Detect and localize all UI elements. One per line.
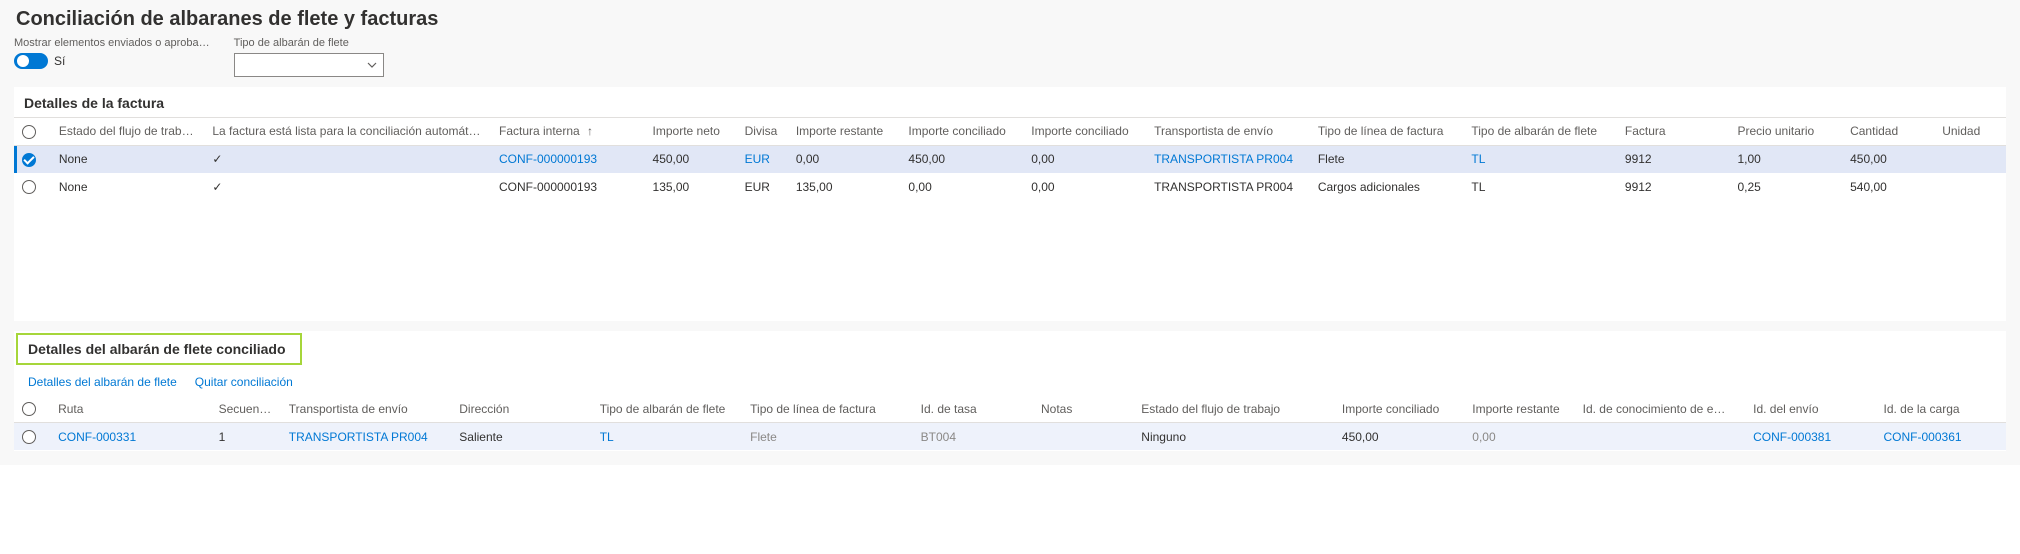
- cell-link[interactable]: CONF-000361: [1884, 430, 1962, 444]
- cell-reconciled: 0,00: [908, 180, 931, 194]
- cell-text: Flete: [750, 430, 777, 444]
- cell-link[interactable]: CONF-000381: [1753, 430, 1831, 444]
- mcol-route[interactable]: Ruta: [50, 395, 210, 422]
- action-remove-reconciliation[interactable]: Quitar conciliación: [195, 375, 293, 389]
- table-row[interactable]: None ✓ CONF-000000193 135,00 EUR 135,00 0,00 0,…: [14, 173, 2006, 201]
- action-fb-details[interactable]: Detalles del albarán de flete: [28, 375, 177, 389]
- cell-link[interactable]: CONF-000331: [58, 430, 136, 444]
- cell-workflow-state: None: [59, 152, 88, 166]
- col-remaining[interactable]: Importe restante: [788, 118, 901, 145]
- col-reconciled[interactable]: Importe conciliado: [900, 118, 1023, 145]
- cell-invoice: 9912: [1625, 152, 1652, 166]
- filter-show-sent-label: Mostrar elementos enviados o aproba…: [14, 37, 210, 49]
- col-carrier[interactable]: Transportista de envío: [1146, 118, 1310, 145]
- col-invoice[interactable]: Factura: [1617, 118, 1730, 145]
- cell-quantity: 450,00: [1850, 152, 1887, 166]
- cell-reconciled: 450,00: [1342, 430, 1379, 444]
- row-select[interactable]: [22, 153, 36, 167]
- page-title: Conciliación de albaranes de flete y fac…: [14, 0, 2006, 37]
- mcol-remaining[interactable]: Importe restante: [1464, 395, 1574, 422]
- cell-net-amount: 450,00: [653, 152, 690, 166]
- select-all-matched[interactable]: [22, 402, 36, 416]
- dropdown-fb-type[interactable]: [234, 53, 384, 77]
- toggle-show-sent[interactable]: [14, 53, 48, 69]
- chevron-down-icon: [367, 60, 377, 70]
- mcol-line-type[interactable]: Tipo de línea de factura: [742, 395, 913, 422]
- col-unit[interactable]: Unidad: [1934, 118, 2006, 145]
- col-line-type[interactable]: Tipo de línea de factura: [1310, 118, 1464, 145]
- sort-asc-icon: ↑: [587, 124, 593, 138]
- table-row[interactable]: None ✓ CONF-000000193 450,00 EUR 0,00 450,00 0,…: [14, 145, 2006, 173]
- col-net-amount[interactable]: Importe neto: [645, 118, 737, 145]
- mcol-load-id[interactable]: Id. de la carga: [1876, 395, 2007, 422]
- mcol-sequence[interactable]: Secuencia: [211, 395, 281, 422]
- mcol-carrier[interactable]: Transportista de envío: [281, 395, 452, 422]
- cell-link[interactable]: CONF-000000193: [499, 152, 597, 166]
- col-currency[interactable]: Divisa: [737, 118, 788, 145]
- col-reconciled2[interactable]: Importe conciliado: [1023, 118, 1146, 145]
- cell-remaining: 0,00: [796, 152, 819, 166]
- invoice-details-section: Detalles de la factura: [14, 87, 2006, 321]
- cell-link[interactable]: EUR: [745, 152, 770, 166]
- mcol-bol-id[interactable]: Id. de conocimiento de e…: [1575, 395, 1746, 422]
- cell-unit-price: 0,25: [1738, 180, 1761, 194]
- cell-workflow-state: Ninguno: [1141, 430, 1186, 444]
- col-quantity[interactable]: Cantidad: [1842, 118, 1934, 145]
- filter-row: Mostrar elementos enviados o aproba… Sí …: [14, 37, 2006, 85]
- col-internal-invoice[interactable]: Factura interna ↑: [491, 118, 645, 145]
- cell-text: TL: [1471, 180, 1485, 194]
- col-ready-auto[interactable]: La factura está lista para la conciliaci…: [204, 118, 491, 145]
- cell-invoice: 9912: [1625, 180, 1652, 194]
- checkmark-icon: ✓: [212, 152, 222, 166]
- invoice-details-grid: Estado del flujo de trabajo La factura e…: [14, 118, 2006, 201]
- cell-quantity: 540,00: [1850, 180, 1887, 194]
- row-select[interactable]: [22, 430, 36, 444]
- cell-reconciled2: 0,00: [1031, 152, 1054, 166]
- cell-net-amount: 135,00: [653, 180, 690, 194]
- mcol-reconciled[interactable]: Importe conciliado: [1334, 395, 1464, 422]
- cell-text: TRANSPORTISTA PR004: [1154, 180, 1293, 194]
- cell-sequence: 1: [219, 430, 226, 444]
- row-select[interactable]: [22, 180, 36, 194]
- mcol-fb-type[interactable]: Tipo de albarán de flete: [592, 395, 742, 422]
- col-fb-type[interactable]: Tipo de albarán de flete: [1463, 118, 1617, 145]
- cell-direction: Saliente: [459, 430, 502, 444]
- matched-details-section: Detalles del albarán de flete conciliado…: [14, 331, 2006, 451]
- matched-details-title: Detalles del albarán de flete conciliado: [16, 333, 302, 365]
- invoice-details-title: Detalles de la factura: [14, 87, 2006, 118]
- cell-reconciled: 450,00: [908, 152, 945, 166]
- mcol-notes[interactable]: Notas: [1033, 395, 1133, 422]
- cell-link[interactable]: TL: [600, 430, 614, 444]
- mcol-workflow-state[interactable]: Estado del flujo de trabajo: [1133, 395, 1334, 422]
- cell-reconciled2: 0,00: [1031, 180, 1054, 194]
- cell-line-type: Flete: [1318, 152, 1345, 166]
- checkmark-icon: ✓: [212, 180, 222, 194]
- table-row[interactable]: CONF-000331 1 TRANSPORTISTA PR004 Saliente T…: [14, 423, 2006, 451]
- cell-text: BT004: [921, 430, 956, 444]
- filter-fb-type-label: Tipo de albarán de flete: [234, 37, 384, 49]
- matched-details-grid: Ruta Secuencia Transportista de envío Di…: [14, 395, 2006, 451]
- cell-link[interactable]: TRANSPORTISTA PR004: [289, 430, 428, 444]
- cell-text: CONF-000000193: [499, 180, 597, 194]
- cell-remaining: 135,00: [796, 180, 833, 194]
- col-unit-price[interactable]: Precio unitario: [1730, 118, 1843, 145]
- cell-link[interactable]: TL: [1471, 152, 1485, 166]
- mcol-rate-id[interactable]: Id. de tasa: [913, 395, 1033, 422]
- cell-line-type: Cargos adicionales: [1318, 180, 1420, 194]
- cell-text: 0,00: [1472, 430, 1495, 444]
- cell-link[interactable]: TRANSPORTISTA PR004: [1154, 152, 1293, 166]
- cell-text: EUR: [745, 180, 770, 194]
- select-all-invoice[interactable]: [22, 125, 36, 139]
- mcol-direction[interactable]: Dirección: [451, 395, 591, 422]
- cell-workflow-state: None: [59, 180, 88, 194]
- toggle-show-sent-value: Sí: [54, 54, 65, 68]
- col-workflow-state[interactable]: Estado del flujo de trabajo: [51, 118, 205, 145]
- mcol-shipment-id[interactable]: Id. del envío: [1745, 395, 1875, 422]
- cell-unit-price: 1,00: [1738, 152, 1761, 166]
